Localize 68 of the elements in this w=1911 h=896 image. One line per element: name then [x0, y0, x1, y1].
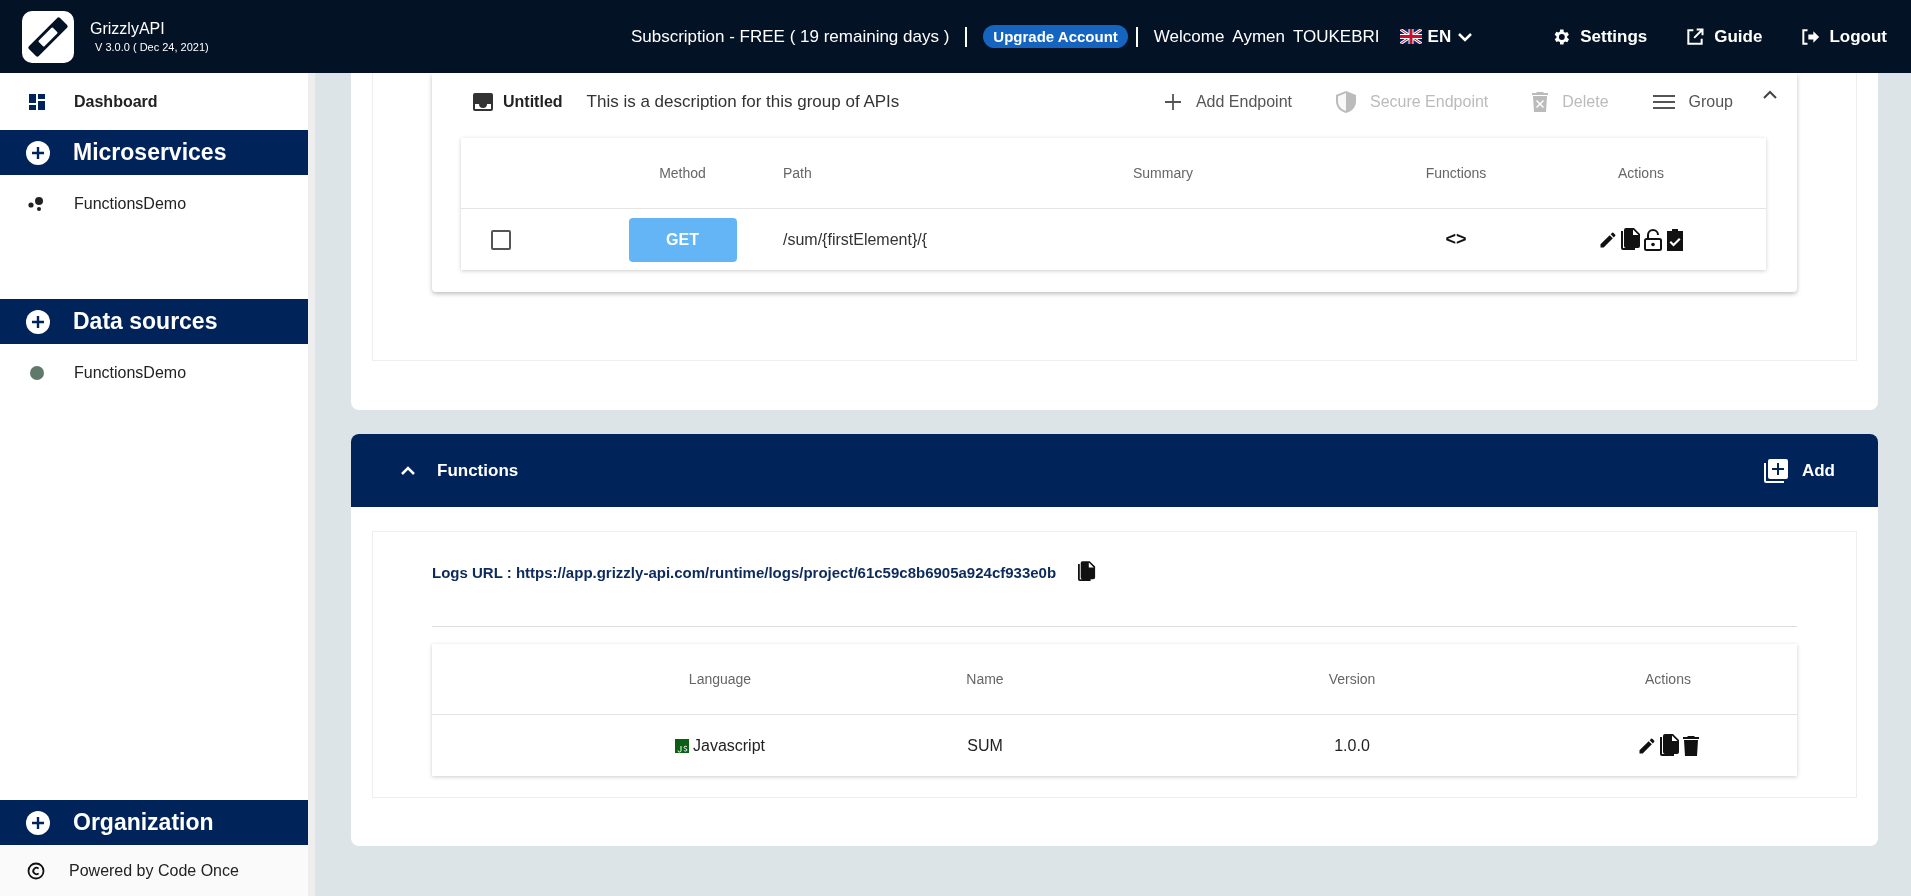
logout-link[interactable]: Logout [1800, 26, 1887, 47]
logout-icon [1800, 26, 1821, 47]
external-link-icon [1685, 26, 1706, 47]
logs-url: Logs URL : https://app.grizzly-api.com/runtime/logs/project/61c59c8b6905a924cf933e0b [432, 563, 1057, 581]
column-header: Method [658, 165, 707, 181]
language-selector[interactable]: EN [1399, 26, 1474, 47]
upgrade-account-button[interactable]: Upgrade Account [983, 25, 1128, 48]
copy-icon[interactable] [1620, 227, 1641, 252]
column-header: Name [965, 671, 1005, 687]
plus-circle-icon [25, 308, 51, 335]
column-header: Version [1327, 671, 1377, 687]
column-header: Language [687, 671, 753, 687]
chevron-up-icon [1763, 90, 1777, 99]
group-title: Untitled [503, 92, 563, 111]
column-header: Actions [1644, 671, 1692, 687]
group-action-button[interactable]: Group [1652, 92, 1733, 111]
clipboard-check-icon[interactable] [1664, 228, 1685, 251]
welcome-text: Welcome [1153, 26, 1225, 47]
sidebar-item[interactable]: FunctionsDemo [0, 344, 308, 382]
trash-icon [1532, 91, 1549, 112]
user-first-name: Aymen [1232, 26, 1285, 47]
add-box-icon [1763, 458, 1788, 483]
dashboard-link[interactable]: Dashboard [0, 73, 308, 130]
javascript-icon [675, 738, 689, 753]
guide-link[interactable]: Guide [1685, 26, 1763, 47]
add-action-button[interactable]: Add Endpoint [1163, 92, 1292, 111]
chevron-down-icon [1457, 31, 1474, 42]
column-header: Actions [1617, 165, 1665, 181]
table-cell-text: 1.0.0 [1333, 736, 1371, 755]
menu-icon [1652, 93, 1675, 110]
collapse-button[interactable] [1763, 90, 1777, 99]
functions-link[interactable]: <> [1445, 229, 1467, 250]
plus-circle-icon [25, 139, 51, 166]
lock-icon[interactable] [1643, 228, 1662, 251]
sidebar-section-header[interactable]: Organization [0, 800, 308, 845]
method-badge: GET [628, 217, 737, 262]
inbox-icon [473, 92, 493, 111]
copy-icon[interactable] [1078, 561, 1097, 583]
trash-icon[interactable] [1683, 735, 1699, 756]
sidebar-item[interactable]: FunctionsDemo [0, 175, 308, 213]
dashboard-icon [29, 93, 45, 110]
app-version: V 3.0.0 ( Dec 24, 2021) [95, 41, 209, 53]
subscription-status: Subscription - FREE ( 19 remaining days ) [630, 26, 950, 47]
flag-icon [1399, 29, 1422, 44]
user-last-name: TOUKEBRI [1292, 26, 1380, 47]
plus-icon [1163, 92, 1182, 111]
table-cell-text: /sum/{firstElement}/{ [783, 230, 929, 249]
functions-toggle[interactable]: Functions [401, 460, 519, 481]
plus-circle-icon [25, 809, 51, 836]
dots-icon [28, 197, 44, 211]
app-name: GrizzlyAPI [90, 20, 166, 38]
column-header: Summary [1133, 165, 1194, 181]
table-cell-text: SUM [966, 736, 1004, 755]
row-checkbox[interactable] [491, 229, 511, 250]
footer-text: Powered by Code Once [69, 861, 239, 880]
copyright-icon [27, 861, 45, 880]
add-function-button[interactable]: Add [1763, 458, 1835, 483]
shield-icon [1335, 90, 1356, 113]
settings-link[interactable]: Settings [1551, 26, 1648, 47]
column-header: Path [783, 165, 813, 181]
app-logo [22, 10, 74, 63]
column-header: Functions [1424, 165, 1488, 181]
group-description: This is a description for this group of APIs [586, 91, 900, 112]
sidebar-section-header[interactable]: Data sources [0, 299, 308, 344]
table-cell: Javascript [693, 736, 765, 755]
copy-icon[interactable] [1660, 733, 1680, 758]
chevron-up-icon [401, 466, 415, 475]
sidebar-section-header[interactable]: Microservices [0, 130, 308, 175]
